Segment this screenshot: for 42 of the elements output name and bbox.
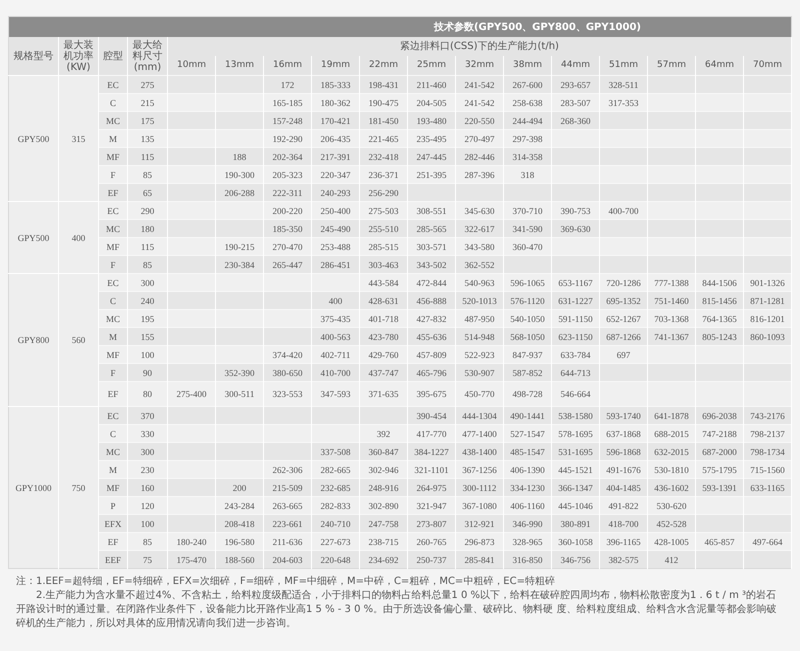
table-cell: 560 xyxy=(58,274,98,406)
table-cell: 382-575 xyxy=(600,550,648,568)
column-header: 38mm xyxy=(504,56,552,76)
column-header: 44mm xyxy=(552,56,600,76)
column-header: 16mm xyxy=(264,56,312,76)
column-header: 51mm xyxy=(600,56,648,76)
table-cell: 234-692 xyxy=(360,550,408,568)
column-header: 64mm xyxy=(696,56,744,76)
table-cell: 175-470 xyxy=(168,550,216,568)
footnote: 注：1.EEF=超特细，EF=特细碎，EFX=次细碎，F=细碎，MF=中细碎，M=中碎，C=粗碎，MC=中粗碎，EC=特粗碎 xyxy=(16,575,556,589)
column-header: 最大给料尺寸(mm) xyxy=(128,37,168,76)
table-cell: GPY500 xyxy=(8,76,58,202)
column-header: 70mm xyxy=(744,56,792,76)
table-cell: 285-841 xyxy=(456,550,504,568)
table-cell: 315 xyxy=(58,76,98,202)
footnote: 2.生产能力为含水量不超过4%、不含粘土，给料粒度级配适合，小于排料口的物料占给料总量1 0 %以下，给料在破碎腔四周均布，物料松散密度为1 . 6 t / m ³的岩石开路设计时的通过量。在闭路作业条件下，设备能力比开路作业高1 5 % - 3 0 %。由于所选设备偏心量、破碎比、物料硬 度、给料粒度组成、给料含水含泥量等都会影响破碎机的生产能力，所以对具体的应用情况请向我们进一步咨询。 xyxy=(16,589,778,631)
column-header: 57mm xyxy=(648,56,696,76)
column-header: 紧边排料口(CSS)下的生产能力(t/h) xyxy=(168,37,792,56)
table-cell: 316-850 xyxy=(504,550,552,568)
table-cell: GPY500 xyxy=(8,202,58,274)
table-cell: GPY1000 xyxy=(8,406,58,568)
table-cell: 220-648 xyxy=(312,550,360,568)
column-header: 规格型号 xyxy=(8,37,58,76)
column-header: 25mm xyxy=(408,56,456,76)
table-cell: 750 xyxy=(58,406,98,568)
table-cell: 412 xyxy=(648,550,696,568)
column-header: 13mm xyxy=(216,56,264,76)
column-header: 最大装机功率(KW) xyxy=(58,37,98,76)
column-header: 10mm xyxy=(168,56,216,76)
column-header: 32mm xyxy=(456,56,504,76)
table-cell: 188-560 xyxy=(216,550,264,568)
table-cell: 75 xyxy=(128,550,168,568)
table-cell: 250-737 xyxy=(408,550,456,568)
table-title: 技术参数(GPY500、GPY800、GPY1000) xyxy=(8,16,792,37)
table-cell: 204-603 xyxy=(264,550,312,568)
column-header: 22mm xyxy=(360,56,408,76)
table-cell: 400 xyxy=(58,202,98,274)
table-cell: 346-756 xyxy=(552,550,600,568)
table-cell: EEF xyxy=(98,550,128,568)
column-header: 腔型 xyxy=(98,37,128,76)
table-cell: GPY800 xyxy=(8,274,58,406)
column-header: 19mm xyxy=(312,56,360,76)
